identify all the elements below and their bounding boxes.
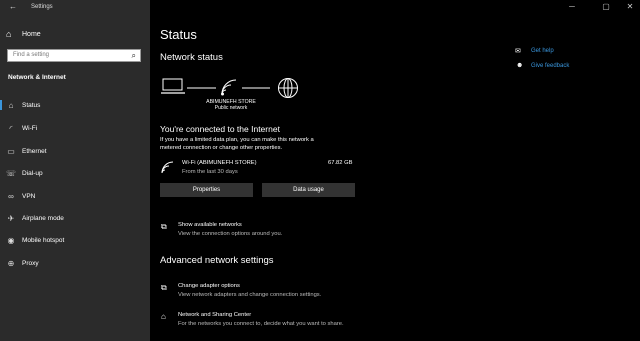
- airplane-icon: ✈: [7, 213, 15, 223]
- show-networks-link[interactable]: Show available networks: [178, 222, 242, 228]
- sidebar-item-wifi[interactable]: ◜ Wi-Fi: [0, 120, 150, 136]
- network-type: Public network: [214, 105, 248, 111]
- laptop-icon: [161, 78, 185, 94]
- change-adapter-options-link[interactable]: Change adapter options: [178, 283, 240, 289]
- home-label: Home: [22, 30, 41, 38]
- connection-period: From the last 30 days: [182, 169, 238, 175]
- sharing-center-icon: ⌂: [161, 312, 166, 321]
- adapter-options-icon: ⧉: [161, 283, 167, 292]
- sidebar-item-label: Ethernet: [22, 147, 47, 155]
- wifi-signal-icon: [221, 79, 237, 96]
- give-feedback-link[interactable]: Give feedback: [531, 63, 569, 69]
- sidebar-item-status[interactable]: ⌂ Status: [0, 97, 150, 113]
- feedback-icon: ☻: [516, 62, 524, 69]
- home-nav-item[interactable]: ⌂ Home: [6, 29, 41, 39]
- sidebar-item-dialup[interactable]: ☏ Dial-up: [0, 165, 150, 181]
- sidebar-item-ethernet[interactable]: ▭ Ethernet: [0, 143, 150, 159]
- title-bar: ← Settings: [0, 0, 640, 16]
- advanced-settings-heading: Advanced network settings: [160, 255, 274, 266]
- sidebar-item-label: Status: [22, 101, 41, 109]
- wifi-connection-icon: [161, 161, 174, 174]
- close-button[interactable]: ✕: [620, 2, 640, 11]
- network-name-label: ABIMUNEFH STORE Public network: [196, 99, 266, 111]
- sidebar-item-label: Airplane mode: [22, 214, 64, 222]
- search-icon[interactable]: ⌕: [132, 51, 136, 61]
- page-title: Status: [160, 27, 197, 42]
- globe-icon: ⊕: [7, 258, 15, 268]
- back-arrow-icon[interactable]: ←: [9, 2, 17, 11]
- minimize-button[interactable]: ─: [562, 2, 582, 11]
- search-placeholder: Find a setting: [13, 52, 50, 58]
- connection-name: Wi-Fi (ABIMUNEFH STORE): [182, 160, 257, 166]
- get-help-link[interactable]: Get help: [531, 48, 554, 54]
- sharing-center-description: For the networks you connect to, decide …: [178, 321, 344, 327]
- home-icon: ⌂: [6, 29, 12, 39]
- connection-usage: 67.82 GB: [328, 160, 353, 166]
- section-title: Network & Internet: [8, 74, 66, 81]
- connected-description-line-1: If you have a limited data plan, you can…: [160, 137, 314, 143]
- help-chat-icon: ✉: [515, 48, 521, 55]
- phone-icon: ☏: [6, 168, 17, 178]
- sidebar-item-mobile-hotspot[interactable]: ◉ Mobile hotspot: [0, 232, 150, 248]
- wifi-icon: ◜: [9, 123, 13, 133]
- maximize-button[interactable]: ▢: [596, 2, 616, 11]
- hotspot-icon: ◉: [7, 235, 15, 245]
- data-usage-button[interactable]: Data usage: [262, 183, 355, 197]
- sidebar-item-label: VPN: [22, 192, 36, 200]
- connected-heading: You're connected to the Internet: [160, 124, 280, 134]
- connected-description-line-2: metered connection or change other prope…: [160, 145, 283, 151]
- sidebar-item-label: Dial-up: [22, 169, 43, 177]
- network-diagram: [161, 78, 298, 98]
- ethernet-icon: ▭: [7, 146, 15, 156]
- network-sharing-center-link[interactable]: Network and Sharing Center: [178, 312, 251, 318]
- show-networks-icon: ⧉: [161, 222, 167, 231]
- network-status-heading: Network status: [160, 52, 223, 63]
- app-title: Settings: [31, 4, 53, 10]
- sidebar-item-label: Wi-Fi: [22, 124, 38, 132]
- sidebar-item-label: Mobile hotspot: [22, 236, 65, 244]
- sidebar-item-airplane-mode[interactable]: ✈ Airplane mode: [0, 210, 150, 226]
- sidebar-item-vpn[interactable]: ∞ VPN: [0, 188, 150, 204]
- vpn-icon: ∞: [8, 191, 14, 201]
- sidebar-item-proxy[interactable]: ⊕ Proxy: [0, 255, 150, 271]
- adapter-options-description: View network adapters and change connect…: [178, 292, 322, 298]
- show-networks-description: View the connection options around you.: [178, 231, 283, 237]
- sidebar: ← Settings ⌂ Home Find a setting ⌕ Netwo…: [0, 0, 150, 341]
- sidebar-item-label: Proxy: [22, 259, 39, 267]
- home-globe-icon: ⌂: [8, 100, 14, 110]
- properties-button[interactable]: Properties: [160, 183, 253, 197]
- search-box[interactable]: Find a setting ⌕: [7, 49, 141, 62]
- internet-globe-icon: [278, 78, 298, 98]
